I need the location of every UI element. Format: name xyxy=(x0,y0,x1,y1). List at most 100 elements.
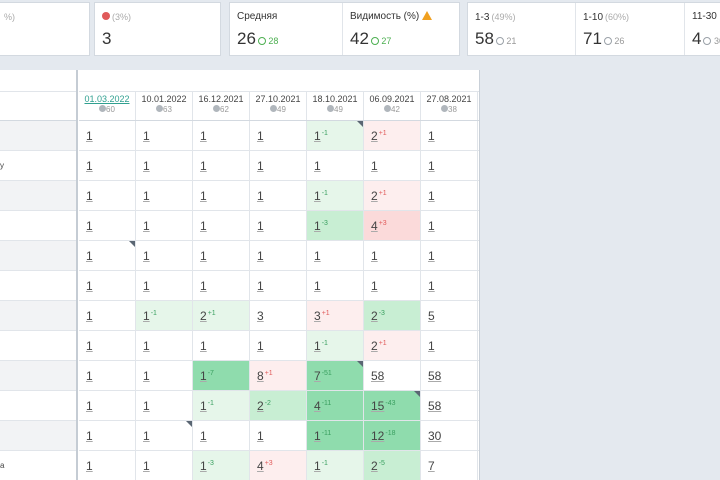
position-cell[interactable]: 1 xyxy=(250,121,307,150)
position-cell[interactable]: 1 xyxy=(250,331,307,360)
position-value[interactable]: 2 xyxy=(371,129,378,143)
position-value[interactable]: 7 xyxy=(428,459,435,473)
position-value[interactable]: 1 xyxy=(428,249,435,263)
position-value[interactable]: 1 xyxy=(314,279,321,293)
date-column-header[interactable]: 27.08.2021 38 xyxy=(421,92,478,120)
position-value[interactable]: 2 xyxy=(371,339,378,353)
position-value[interactable]: 1 xyxy=(200,129,207,143)
position-cell[interactable]: 1 xyxy=(136,331,193,360)
position-value[interactable]: 1 xyxy=(314,249,321,263)
position-value[interactable]: 58 xyxy=(428,399,441,413)
position-cell[interactable]: 8+1 xyxy=(250,361,307,390)
position-cell[interactable]: 2-2 xyxy=(250,391,307,420)
position-value[interactable]: 1 xyxy=(200,249,207,263)
position-value[interactable]: 1 xyxy=(86,249,93,263)
position-cell[interactable]: 1 xyxy=(307,241,364,270)
position-cell[interactable]: 1 xyxy=(79,391,136,420)
position-cell[interactable]: 1 xyxy=(136,121,193,150)
position-cell[interactable]: 1 xyxy=(193,151,250,180)
position-value[interactable]: 1 xyxy=(371,279,378,293)
position-value[interactable]: 1 xyxy=(86,459,93,473)
keyword-row[interactable] xyxy=(0,271,76,301)
position-cell[interactable]: 1-3 xyxy=(193,451,250,480)
position-value[interactable]: 1 xyxy=(257,279,264,293)
position-cell[interactable]: 1 xyxy=(421,151,478,180)
position-value[interactable]: 1 xyxy=(200,459,207,473)
position-value[interactable]: 1 xyxy=(200,429,207,443)
position-value[interactable]: 1 xyxy=(200,159,207,173)
position-cell[interactable]: 58 xyxy=(421,361,478,390)
position-value[interactable]: 58 xyxy=(371,369,384,383)
position-cell[interactable]: 1-1 xyxy=(307,181,364,210)
position-cell[interactable]: 1 xyxy=(421,181,478,210)
position-cell[interactable]: 1 xyxy=(193,181,250,210)
position-value[interactable]: 1 xyxy=(200,339,207,353)
position-cell[interactable]: 1 xyxy=(136,151,193,180)
keyword-row[interactable] xyxy=(0,241,76,271)
position-value[interactable]: 1 xyxy=(314,159,321,173)
position-value[interactable]: 1 xyxy=(86,429,93,443)
position-value[interactable]: 1 xyxy=(428,129,435,143)
position-cell[interactable]: 2+1 xyxy=(193,301,250,330)
position-value[interactable]: 1 xyxy=(143,249,150,263)
position-cell[interactable]: 1 xyxy=(250,211,307,240)
position-value[interactable]: 1 xyxy=(200,219,207,233)
position-value[interactable]: 1 xyxy=(86,399,93,413)
date-column-header[interactable]: 10.01.2022 63 xyxy=(136,92,193,120)
position-value[interactable]: 1 xyxy=(314,429,321,443)
position-cell[interactable]: 1 xyxy=(79,421,136,450)
position-value[interactable]: 1 xyxy=(143,129,150,143)
position-cell[interactable]: 1 xyxy=(193,421,250,450)
keyword-row[interactable] xyxy=(0,361,76,391)
keyword-row[interactable] xyxy=(0,331,76,361)
position-value[interactable]: 1 xyxy=(143,369,150,383)
date-column-header[interactable]: 06.09.2021 42 xyxy=(364,92,421,120)
position-value[interactable]: 1 xyxy=(143,429,150,443)
position-value[interactable]: 2 xyxy=(371,189,378,203)
position-cell[interactable]: 5 xyxy=(421,301,478,330)
position-cell[interactable]: 1-11 xyxy=(307,421,364,450)
warning-icon[interactable] xyxy=(422,10,433,20)
position-value[interactable]: 3 xyxy=(257,309,264,323)
position-cell[interactable]: 7-51 xyxy=(307,361,364,390)
date-column-header[interactable]: 01.03.2022 60 xyxy=(79,92,136,120)
position-value[interactable]: 58 xyxy=(428,369,441,383)
position-cell[interactable]: 15-43 xyxy=(364,391,421,420)
position-value[interactable]: 3 xyxy=(314,309,321,323)
position-value[interactable]: 2 xyxy=(200,309,207,323)
position-value[interactable]: 4 xyxy=(257,459,264,473)
position-value[interactable]: 1 xyxy=(86,219,93,233)
position-cell[interactable]: 1 xyxy=(364,151,421,180)
position-value[interactable]: 1 xyxy=(143,279,150,293)
position-cell[interactable]: 1 xyxy=(79,211,136,240)
position-cell[interactable]: 2-3 xyxy=(364,301,421,330)
position-cell[interactable]: 1 xyxy=(307,271,364,300)
position-cell[interactable]: 1 xyxy=(136,271,193,300)
position-value[interactable]: 1 xyxy=(86,129,93,143)
keyword-row[interactable] xyxy=(0,211,76,241)
position-value[interactable]: 1 xyxy=(200,369,207,383)
position-cell[interactable]: 1 xyxy=(136,421,193,450)
position-value[interactable]: 1 xyxy=(143,459,150,473)
position-value[interactable]: 30 xyxy=(428,429,441,443)
position-value[interactable]: 1 xyxy=(143,219,150,233)
position-cell[interactable]: 58 xyxy=(364,361,421,390)
position-value[interactable]: 1 xyxy=(200,279,207,293)
position-cell[interactable]: 4+3 xyxy=(250,451,307,480)
position-value[interactable]: 1 xyxy=(314,339,321,353)
position-cell[interactable]: 2+1 xyxy=(364,331,421,360)
position-value[interactable]: 5 xyxy=(428,309,435,323)
position-value[interactable]: 1 xyxy=(143,399,150,413)
position-cell[interactable]: 1 xyxy=(136,211,193,240)
keyword-row[interactable] xyxy=(0,391,76,421)
position-cell[interactable]: 1 xyxy=(250,421,307,450)
position-cell[interactable]: 1-1 xyxy=(136,301,193,330)
position-cell[interactable]: 1 xyxy=(79,331,136,360)
position-value[interactable]: 1 xyxy=(86,369,93,383)
position-cell[interactable]: 1 xyxy=(79,181,136,210)
position-value[interactable]: 1 xyxy=(371,249,378,263)
position-value[interactable]: 15 xyxy=(371,399,384,413)
position-value[interactable]: 1 xyxy=(371,159,378,173)
keyword-row[interactable]: y xyxy=(0,151,76,181)
position-cell[interactable]: 1 xyxy=(364,241,421,270)
